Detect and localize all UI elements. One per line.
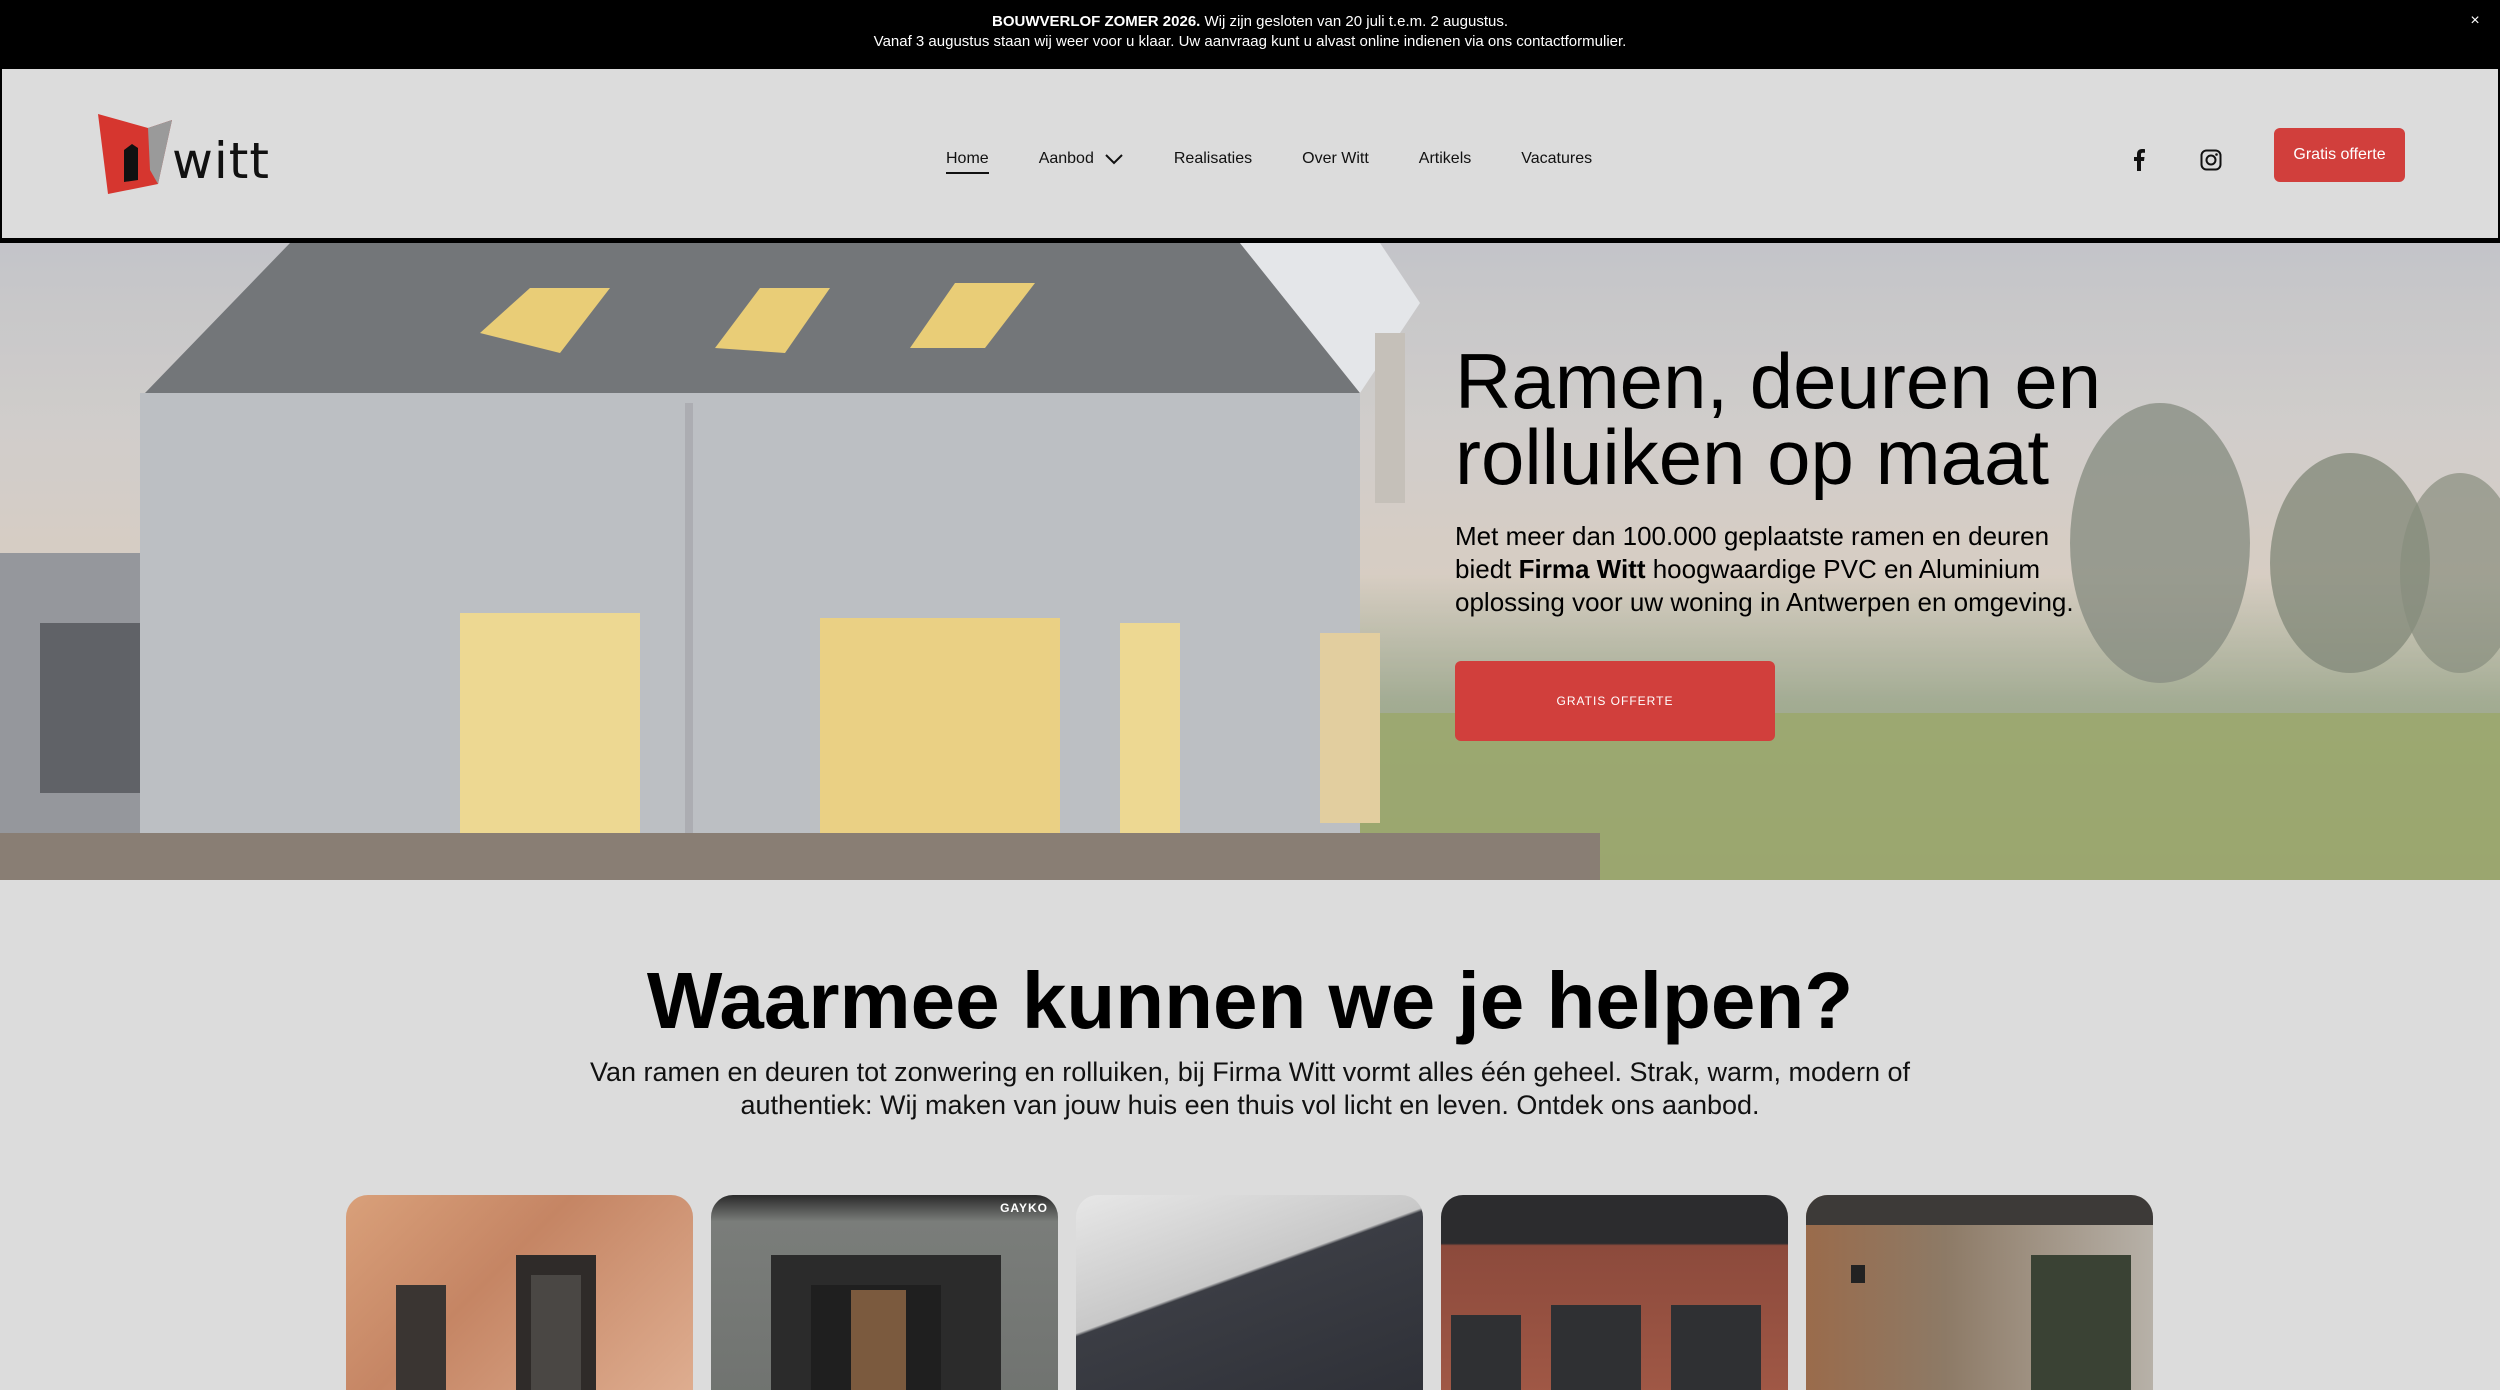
nav-aanbod-label: Aanbod [1038, 150, 1094, 167]
nav-vacatures[interactable]: Vacatures [1521, 150, 1592, 168]
services-description: Van ramen en deuren tot zonwering en rol… [589, 1057, 1911, 1120]
announcement-bold: BOUWVERLOF ZOMER 2026. [991, 13, 1201, 30]
nav-artikels[interactable]: Artikels [1419, 150, 1471, 168]
hero-title-line-2: rolluiken op maat [1455, 413, 2049, 501]
hero-text-brand: Firma Witt [1518, 554, 1646, 584]
logo-mark-icon [98, 114, 172, 194]
nav-aanbod[interactable]: Aanbod [1039, 150, 1124, 168]
facebook-icon[interactable] [2126, 147, 2152, 173]
services-title: Waarmee kunnen we je helpen? [646, 956, 1854, 1045]
hero-description: Met meer dan 100.000 geplaatste ramen en… [1455, 520, 2075, 619]
nav-realisaties[interactable]: Realisaties [1174, 150, 1252, 168]
main-nav: Home Aanbod Realisaties Over Witt Artike… [946, 144, 1642, 174]
card-image [1451, 1305, 1761, 1390]
service-card-ramen[interactable] [346, 1195, 693, 1390]
card-image [396, 1255, 596, 1390]
service-card-rolluiken[interactable] [1441, 1195, 1788, 1390]
nav-home[interactable]: Home [946, 150, 989, 174]
hero-title: Ramen, deuren en rolluiken op maat [1455, 342, 2155, 496]
card-brand-label: GAYKO [1000, 1201, 1048, 1215]
site-header: witt Home Aanbod Realisaties Over Witt A… [0, 67, 2500, 243]
announcement-line-2: Vanaf 3 augustus staan wij weer voor u k… [873, 33, 1627, 50]
nav-over-witt[interactable]: Over Witt [1302, 150, 1369, 168]
instagram-icon[interactable] [2198, 147, 2224, 173]
hero-overlay [0, 243, 2500, 880]
announcement-line-1: BOUWVERLOF ZOMER 2026. Wij zijn gesloten… [0, 12, 2500, 32]
logo-text: witt [172, 132, 270, 190]
announcement-bar: BOUWVERLOF ZOMER 2026. Wij zijn gesloten… [0, 0, 2500, 67]
service-card-zonwering[interactable] [1076, 1195, 1423, 1390]
hero-gratis-offerte-button[interactable]: GRATIS OFFERTE [1455, 661, 1775, 741]
close-icon[interactable]: × [2464, 10, 2486, 32]
gratis-offerte-button[interactable]: Gratis offerte [2274, 128, 2405, 182]
service-card-deuren[interactable]: GAYKO [711, 1195, 1058, 1390]
service-cards: GAYKO [346, 1195, 2153, 1390]
hero-section: Ramen, deuren en rolluiken op maat Met m… [0, 243, 2500, 880]
card-image [771, 1255, 1001, 1390]
chevron-down-icon [1105, 154, 1123, 165]
hero-title-line-1: Ramen, deuren en [1455, 337, 2102, 425]
service-card-overig[interactable] [1806, 1195, 2153, 1390]
announcement-line-1-text: Wij zijn gesloten van 20 juli t.e.m. 2 a… [1200, 13, 1509, 30]
logo[interactable]: witt [98, 114, 270, 196]
card-image [1806, 1195, 2153, 1390]
